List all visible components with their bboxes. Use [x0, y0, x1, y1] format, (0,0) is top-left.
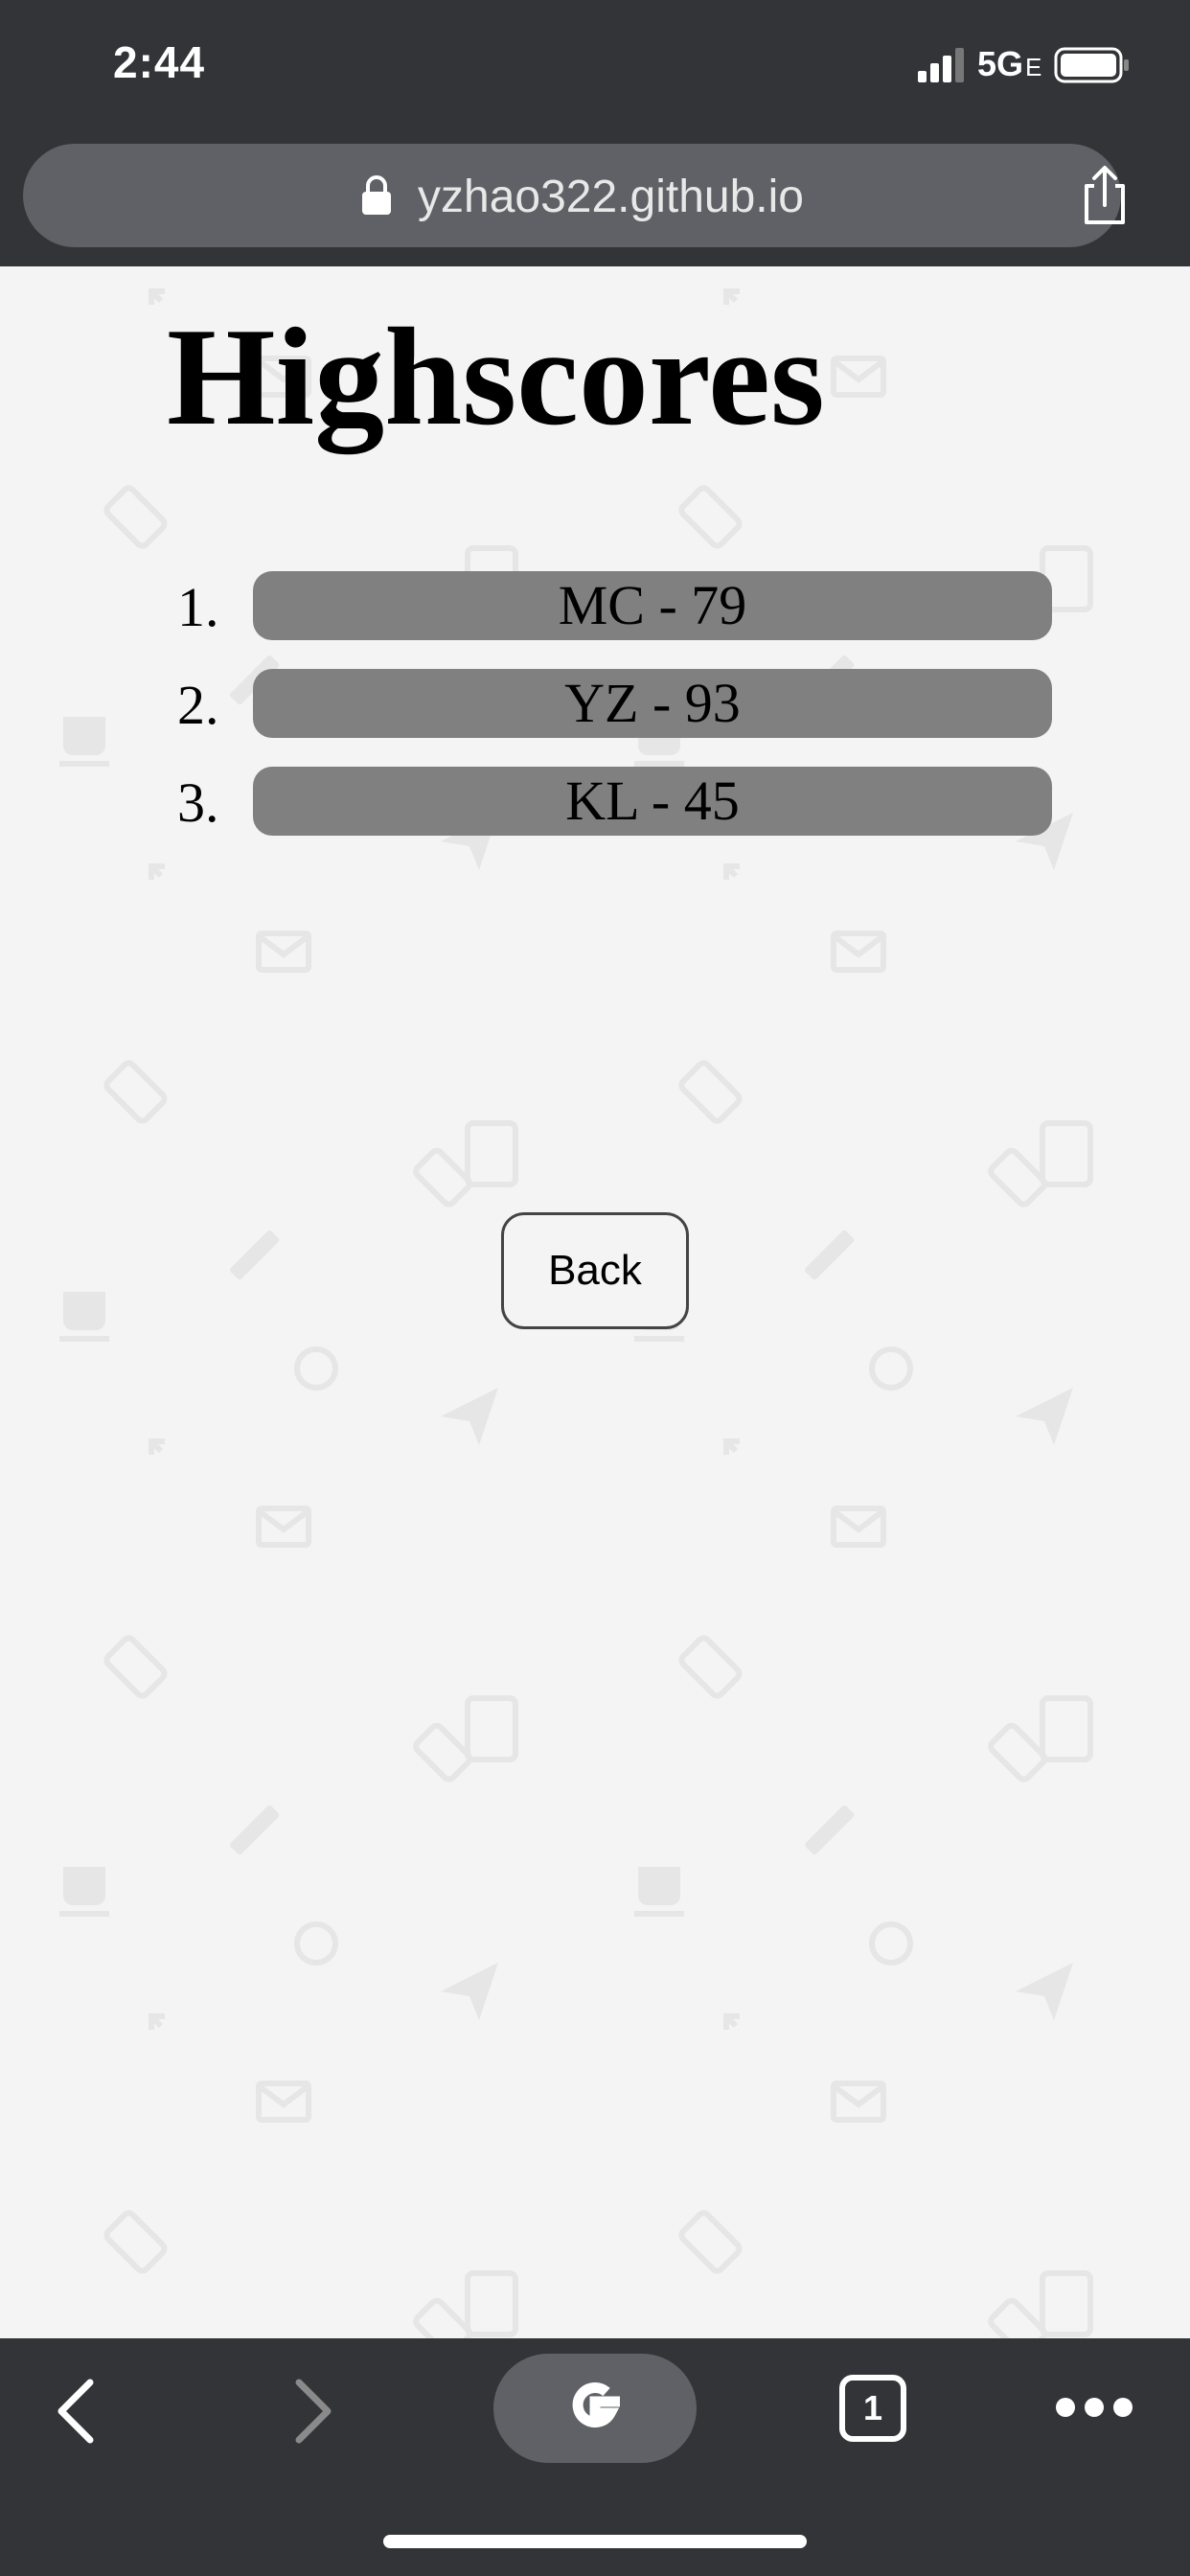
- home-indicator[interactable]: [383, 2535, 807, 2548]
- network-label: 5G: [977, 44, 1024, 83]
- url-text: yzhao322.github.io: [418, 172, 804, 222]
- score-entry: MC - 79: [253, 571, 1052, 640]
- chevron-left-icon[interactable]: [52, 2377, 100, 2446]
- page-title: Highscores: [167, 299, 825, 454]
- status-bar: 2:44 5GE: [0, 0, 1190, 134]
- google-search-button[interactable]: [493, 2354, 697, 2463]
- rank-number: 1.: [177, 576, 219, 638]
- rank-number: 2.: [177, 674, 219, 736]
- network-indicator: 5GE: [977, 44, 1041, 84]
- rank-number: 3.: [177, 771, 219, 834]
- signal-icon: [918, 48, 964, 82]
- tabs-button[interactable]: 1: [839, 2375, 906, 2442]
- score-entry: KL - 45: [253, 767, 1052, 836]
- page-content: Highscores 1. MC - 79 2. YZ - 93 3. KL -…: [0, 266, 1190, 2338]
- url-field[interactable]: yzhao322.github.io: [23, 144, 1125, 247]
- network-suffix: E: [1025, 53, 1042, 81]
- back-button[interactable]: Back: [501, 1212, 689, 1329]
- list-item: 1. MC - 79: [177, 571, 1054, 669]
- chevron-right-icon[interactable]: [289, 2377, 337, 2446]
- battery-icon: [1054, 47, 1129, 83]
- list-item: 3. KL - 45: [177, 767, 1054, 864]
- list-item: 2. YZ - 93: [177, 669, 1054, 767]
- browser-address-bar: yzhao322.github.io: [0, 134, 1190, 266]
- score-entry: YZ - 93: [253, 669, 1052, 738]
- share-icon[interactable]: [1079, 165, 1131, 226]
- status-time: 2:44: [113, 37, 206, 87]
- lock-icon: [362, 175, 391, 215]
- google-icon: [572, 2382, 620, 2427]
- highscore-list: 1. MC - 79 2. YZ - 93 3. KL - 45: [177, 571, 1054, 864]
- more-icon[interactable]: [1054, 2396, 1134, 2419]
